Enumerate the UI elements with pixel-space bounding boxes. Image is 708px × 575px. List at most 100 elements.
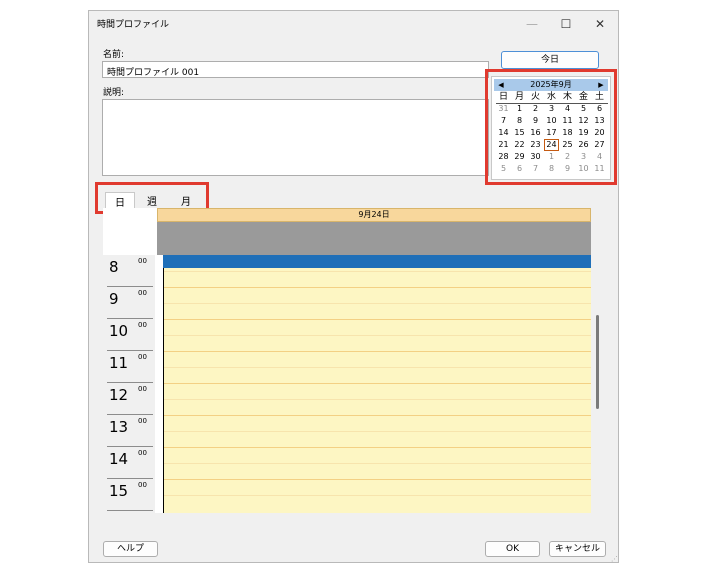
calendar-day[interactable]: 20 xyxy=(592,127,607,139)
calendar-day[interactable]: 25 xyxy=(560,139,575,151)
hour-label: 11 xyxy=(109,354,129,372)
calendar-day[interactable]: 10 xyxy=(544,115,559,127)
grid-line xyxy=(164,447,591,448)
hour-label: 15 xyxy=(109,482,129,500)
minute-label: 00 xyxy=(138,481,147,489)
minute-label: 00 xyxy=(138,321,147,329)
time-grid[interactable] xyxy=(163,255,591,513)
grid-line xyxy=(164,335,591,336)
minute-label: 00 xyxy=(138,353,147,361)
mini-calendar[interactable]: ◀ 2025年9月 ▶ 日月火水木金土 31 1 2 3 4 5 6 7 8 9 10 11 12 13 14… xyxy=(491,76,611,180)
calendar-day[interactable]: 30 xyxy=(528,151,543,163)
calendar-day[interactable]: 15 xyxy=(512,127,527,139)
minute-label: 00 xyxy=(138,449,147,457)
calendar-weekday: 水 xyxy=(546,92,556,102)
time-column: 8 00 9 00 10 00 11 00 12 00 13 00 14 00 15 00 xyxy=(103,255,155,513)
resize-grip-icon[interactable]: ⋰ xyxy=(611,555,618,563)
grid-line xyxy=(164,271,591,272)
day-column-header[interactable]: 9月24日 xyxy=(157,208,591,222)
calendar-day[interactable]: 11 xyxy=(560,115,575,127)
calendar-day[interactable]: 17 xyxy=(544,127,559,139)
minimize-button[interactable]: — xyxy=(515,13,549,35)
calendar-day[interactable]: 28 xyxy=(496,151,511,163)
grid-line xyxy=(164,351,591,352)
calendar-day[interactable]: 5 xyxy=(576,103,591,115)
maximize-button[interactable]: ☐ xyxy=(549,13,583,35)
description-textarea[interactable] xyxy=(102,99,489,176)
calendar-day[interactable]: 10 xyxy=(576,163,591,175)
calendar-day[interactable]: 2 xyxy=(528,103,543,115)
calendar-day[interactable]: 11 xyxy=(592,163,607,175)
calendar-weekday: 土 xyxy=(594,92,604,102)
hour-label: 14 xyxy=(109,450,129,468)
description-label: 説明: xyxy=(103,88,125,98)
close-button[interactable]: ✕ xyxy=(583,13,617,35)
calendar-day[interactable]: 5 xyxy=(496,163,511,175)
calendar-day[interactable]: 9 xyxy=(528,115,543,127)
minute-label: 00 xyxy=(138,417,147,425)
minute-label: 00 xyxy=(138,385,147,393)
calendar-day[interactable]: 2 xyxy=(560,151,575,163)
calendar-day[interactable]: 13 xyxy=(592,115,607,127)
selected-time-slot[interactable] xyxy=(163,255,591,268)
ok-button[interactable]: OK xyxy=(485,541,540,557)
calendar-day[interactable]: 26 xyxy=(576,139,591,151)
window-title: 時間プロファイル xyxy=(97,20,170,30)
calendar-day[interactable]: 8 xyxy=(544,163,559,175)
calendar-day[interactable]: 22 xyxy=(512,139,527,151)
calendar-day[interactable]: 4 xyxy=(560,103,575,115)
grid-line xyxy=(164,399,591,400)
minute-label: 00 xyxy=(138,257,147,265)
calendar-day[interactable]: 4 xyxy=(592,151,607,163)
grid-line xyxy=(164,367,591,368)
grid-line xyxy=(164,463,591,464)
calendar-month-title: 2025年9月 xyxy=(530,80,572,89)
hour-divider xyxy=(107,350,153,351)
help-button[interactable]: ヘルプ xyxy=(103,541,158,557)
calendar-weekday: 金 xyxy=(578,92,588,102)
schedule-scrollbar[interactable] xyxy=(596,315,599,409)
minute-label: 00 xyxy=(138,289,147,297)
calendar-day[interactable]: 1 xyxy=(512,103,527,115)
calendar-day[interactable]: 8 xyxy=(512,115,527,127)
calendar-day[interactable]: 1 xyxy=(544,151,559,163)
time-profile-dialog: 時間プロファイル — ☐ ✕ 名前: 時間プロファイル 001 説明: 今日 ◀… xyxy=(88,10,619,563)
next-month-icon[interactable]: ▶ xyxy=(596,79,606,91)
calendar-day[interactable]: 3 xyxy=(576,151,591,163)
calendar-day[interactable]: 7 xyxy=(528,163,543,175)
calendar-week-row: 28 29 30 1 2 3 4 xyxy=(496,151,608,163)
all-day-area[interactable] xyxy=(157,222,591,255)
calendar-day[interactable]: 7 xyxy=(496,115,511,127)
prev-month-icon[interactable]: ◀ xyxy=(496,79,506,91)
calendar-day[interactable]: 9 xyxy=(560,163,575,175)
grid-line xyxy=(164,383,591,384)
calendar-day[interactable]: 24 xyxy=(544,139,559,151)
hour-label: 8 xyxy=(109,258,119,276)
calendar-day[interactable]: 3 xyxy=(544,103,559,115)
calendar-day[interactable]: 16 xyxy=(528,127,543,139)
today-button[interactable]: 今日 xyxy=(501,51,599,69)
grid-line xyxy=(164,479,591,480)
calendar-day[interactable]: 18 xyxy=(560,127,575,139)
calendar-day[interactable]: 14 xyxy=(496,127,511,139)
hour-divider xyxy=(107,478,153,479)
calendar-day[interactable]: 19 xyxy=(576,127,591,139)
calendar-weekday: 月 xyxy=(514,92,524,102)
grid-line xyxy=(164,287,591,288)
calendar-day[interactable]: 6 xyxy=(512,163,527,175)
schedule-view: 9月24日 8 00 9 00 10 00 11 00 12 00 13 00 14 00 15 00 xyxy=(103,208,591,513)
hour-label: 12 xyxy=(109,386,129,404)
grid-line xyxy=(164,431,591,432)
calendar-day[interactable]: 29 xyxy=(512,151,527,163)
calendar-day[interactable]: 6 xyxy=(592,103,607,115)
calendar-day[interactable]: 27 xyxy=(592,139,607,151)
grid-line xyxy=(164,303,591,304)
calendar-day[interactable]: 21 xyxy=(496,139,511,151)
cancel-button[interactable]: キャンセル xyxy=(549,541,606,557)
calendar-day[interactable]: 12 xyxy=(576,115,591,127)
name-input[interactable]: 時間プロファイル 001 xyxy=(102,61,489,78)
calendar-day[interactable]: 23 xyxy=(528,139,543,151)
hour-divider xyxy=(107,414,153,415)
calendar-day[interactable]: 31 xyxy=(496,103,511,115)
calendar-grid: 日月火水木金土 31 1 2 3 4 5 6 7 8 9 10 11 12 13 14 15 16 17 18 19 20… xyxy=(496,91,608,175)
